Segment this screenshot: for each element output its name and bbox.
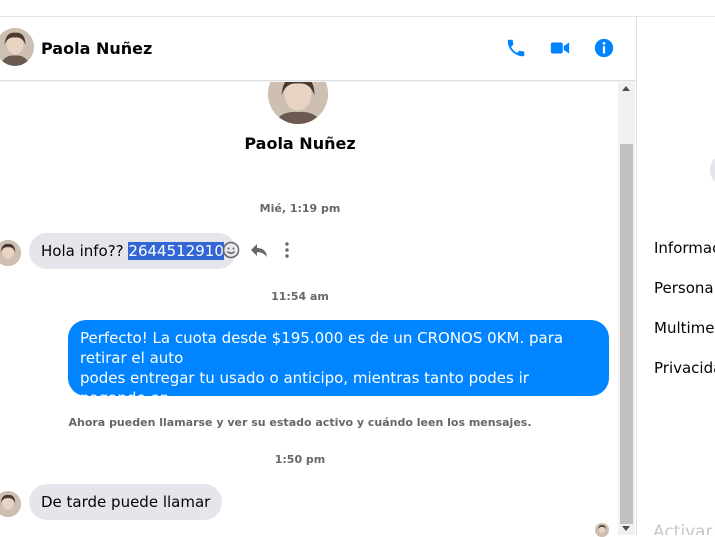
conversation-header: Paola Nuñez xyxy=(0,17,636,81)
profile-avatar[interactable] xyxy=(268,82,328,124)
browser-top-strip xyxy=(0,0,715,17)
incoming-message[interactable]: Hola info?? 2644512910 xyxy=(29,233,236,269)
more-options-icon[interactable] xyxy=(277,240,297,260)
phone-icon[interactable] xyxy=(505,37,527,59)
message-line: Perfecto! La cuota desde $195.000 es de … xyxy=(80,329,564,367)
profile-name: Paola Nuñez xyxy=(244,134,356,153)
incoming-message[interactable]: De tarde puede llamar xyxy=(29,484,223,520)
timestamp: 11:54 am xyxy=(271,290,329,303)
message-text: De tarde puede llamar xyxy=(41,493,211,511)
message-text: Hola info?? xyxy=(41,242,129,260)
timestamp: 1:50 pm xyxy=(274,453,326,466)
scroll-up-arrow[interactable] xyxy=(622,86,630,91)
panel-avatar-placeholder xyxy=(710,153,715,187)
outgoing-message[interactable]: Perfecto! La cuota desde $195.000 es de … xyxy=(68,320,609,427)
selected-phone-number[interactable]: 2644512910 xyxy=(128,242,224,260)
panel-item-media[interactable]: Multimed xyxy=(654,319,715,337)
video-camera-icon[interactable] xyxy=(549,37,571,59)
activation-watermark: Activar xyxy=(653,522,713,535)
sender-avatar[interactable] xyxy=(0,491,21,517)
info-icon[interactable] xyxy=(593,37,615,59)
chat-scrollbar[interactable] xyxy=(618,82,635,535)
reply-icon[interactable] xyxy=(249,240,269,260)
sender-avatar[interactable] xyxy=(0,240,21,266)
system-notice: Ahora pueden llamarse y ver su estado ac… xyxy=(68,416,532,429)
message-line: podes entregar tu usado o anticipo, mien… xyxy=(80,369,529,407)
panel-item-info[interactable]: Informac xyxy=(654,239,715,257)
conversation-info-panel: Informac Personali Multimed Privacida Ac… xyxy=(636,17,715,535)
contact-name[interactable]: Paola Nuñez xyxy=(41,39,152,58)
contact-avatar[interactable] xyxy=(0,28,34,66)
panel-item-privacy[interactable]: Privacida xyxy=(654,359,715,377)
react-smiley-icon[interactable] xyxy=(221,240,241,260)
message-thread[interactable]: Paola Nuñez Mié, 1:19 pm Hola info?? 264… xyxy=(0,82,618,535)
panel-item-customize[interactable]: Personali xyxy=(654,279,715,297)
scroll-thumb[interactable] xyxy=(620,144,633,524)
scroll-down-arrow[interactable] xyxy=(622,526,630,531)
message-actions xyxy=(221,240,305,260)
timestamp: Mié, 1:19 pm xyxy=(259,202,341,215)
